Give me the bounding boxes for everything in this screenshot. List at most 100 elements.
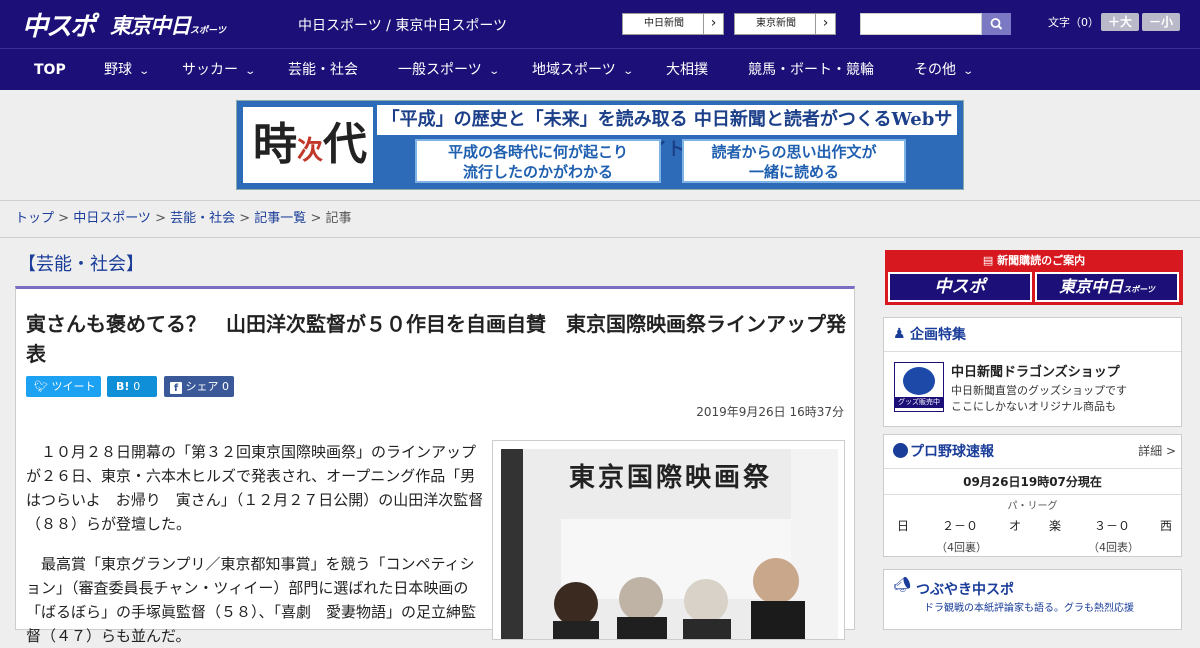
mascot-icon	[903, 367, 935, 395]
share-count: 0	[222, 380, 229, 393]
article-paragraph: １０月２８日開幕の「第３２回東京国際映画祭」のラインアップが２６日、東京・六本木…	[26, 443, 484, 533]
banner-box-2: 読者からの思い出作文が 一緒に読める	[682, 139, 906, 183]
nav-item-label: 競馬・ボート・競輪	[748, 62, 874, 78]
hatena-bookmark-button[interactable]: B! 0	[107, 376, 157, 397]
banner-kanji-right: 代	[323, 119, 368, 170]
baseball-title: プロ野球速報	[884, 435, 1181, 469]
subscribe-tokyo-small: スポーツ	[1123, 285, 1155, 294]
top-header: 中スポ 東京中日スポーツ 中日スポーツ / 東京中日スポーツ 中日新聞 › 東京…	[0, 0, 1200, 48]
article-photo[interactable]: 東京国際映画祭	[492, 440, 845, 640]
game-home-team: 楽	[1049, 519, 1062, 533]
chevron-right-icon: ›	[703, 14, 723, 34]
nav-item-entertainment[interactable]: 芸能・社会	[288, 49, 358, 91]
shop-badge: グッズ販売中	[895, 397, 943, 408]
font-smaller-button[interactable]: －小	[1142, 13, 1180, 31]
game-score: ２－０	[942, 519, 979, 533]
article-paragraph: 最高賞「東京グランプリ／東京都知事賞」を競う「コンペティション」（審査委員長チャ…	[26, 555, 477, 645]
baseball-more-link[interactable]: 詳細 >	[1138, 442, 1176, 459]
megaphone-icon: 📣︎	[893, 577, 911, 593]
bell-icon: ♟	[893, 326, 906, 342]
game-away-team: 西	[1160, 519, 1173, 533]
search-icon	[990, 18, 1003, 30]
subscription-box[interactable]: ▤ 新聞購読のご案内 中スポ 東京中日スポーツ	[885, 250, 1183, 305]
breadcrumb-current: 記事	[325, 211, 352, 226]
nav-item-top[interactable]: TOP	[34, 49, 66, 91]
feature-item-title[interactable]: 中日新聞ドラゴンズショップ	[951, 361, 1120, 380]
breadcrumb: トップ > 中日スポーツ > 芸能・社会 > 記事一覧 > 記事	[0, 200, 1200, 238]
tweet-button[interactable]: 🐦︎ ツイート	[26, 376, 101, 397]
article-title: 寅さんも褒めてる？ 山田洋次監督が５０作目を自画自賛 東京国際映画祭ラインアップ…	[26, 312, 846, 366]
nav-item-label: 芸能・社会	[288, 62, 358, 78]
chevron-down-icon: ⌄	[962, 66, 975, 77]
nav-item-label: TOP	[34, 62, 66, 78]
baseball-time: 09月26日19時07分現在	[963, 475, 1102, 489]
tweet-box-title: つぶやき中スポ	[916, 582, 1014, 598]
hatena-count: 0	[133, 380, 141, 393]
banner-box-1: 平成の各時代に何が起こり 流行したのかがわかる	[415, 139, 661, 183]
search-input[interactable]	[860, 13, 982, 35]
nav-item-soccer[interactable]: サッカー ⌄	[182, 49, 257, 91]
hatena-icon: B!	[116, 380, 130, 393]
subscription-text: 新聞購読のご案内	[997, 254, 1086, 267]
tokyo-shimbun-label: 東京新聞	[756, 18, 796, 29]
nav-item-label: 一般スポーツ	[398, 62, 482, 78]
tweet-label: ツイート	[51, 380, 96, 393]
nav-item-baseball[interactable]: 野球 ⌄	[104, 49, 150, 91]
baseball-score-box: プロ野球速報 詳細 > 09月26日19時07分現在 パ・リーグ 日 ２－０ オ…	[883, 434, 1182, 557]
photo-image: 東京国際映画祭	[501, 449, 838, 639]
nav-item-general-sports[interactable]: 一般スポーツ ⌄	[398, 49, 500, 91]
breadcrumb-chunichi-sports[interactable]: 中日スポーツ	[73, 211, 151, 226]
chunichi-shimbun-label: 中日新聞	[644, 18, 684, 29]
feature-box: 企画特集 ♟ グッズ販売中 中日新聞ドラゴンズショップ 中日新聞直営のグッズショ…	[883, 317, 1182, 427]
article-header: 寅さんも褒めてる？ 山田洋次監督が５０作目を自画自賛 東京国際映画祭ラインアップ…	[15, 286, 855, 431]
baseball-league: パ・リーグ	[884, 494, 1181, 512]
breadcrumb-entertainment[interactable]: 芸能・社会	[170, 211, 235, 226]
baseball-title-text: プロ野球速報	[910, 444, 994, 460]
banner-logo: 時次代	[243, 107, 373, 183]
nav-item-keiba[interactable]: 競馬・ボート・競輪	[748, 49, 874, 91]
font-larger-button[interactable]: ＋大	[1101, 13, 1139, 31]
breadcrumb-top[interactable]: トップ	[15, 211, 54, 226]
banner-box-2-line1: 読者からの思い出作文が	[711, 143, 877, 161]
feature-title-text: 企画特集	[910, 327, 966, 343]
nav-item-label: 大相撲	[666, 62, 708, 78]
subscription-label: ▤ 新聞購読のご案内	[885, 252, 1183, 268]
game-away-team: オ	[1009, 519, 1022, 533]
banner-headline: 「平成」の歴史と「未来」を読み取る 中日新聞と読者がつくるWebサイト	[377, 105, 957, 160]
twitter-icon: 🐦︎	[34, 380, 48, 393]
chevron-down-icon: ⌄	[244, 66, 257, 77]
game-home-team: 日	[897, 519, 910, 533]
nav-item-sumo[interactable]: 大相撲	[666, 49, 708, 91]
feature-title: 企画特集	[884, 318, 1181, 352]
facebook-icon: f	[170, 382, 182, 394]
game-score: ３－０	[1094, 519, 1131, 533]
breadcrumb-article-list[interactable]: 記事一覧	[254, 211, 306, 226]
nav-item-local-sports[interactable]: 地域スポーツ ⌄	[532, 49, 634, 91]
subscribe-chuspo-button[interactable]: 中スポ	[888, 272, 1032, 302]
article-body: １０月２８日開幕の「第３２回東京国際映画祭」のラインアップが２６日、東京・六本木…	[15, 430, 855, 645]
chevron-down-icon: ⌄	[622, 66, 634, 77]
share-label: シェア	[185, 380, 219, 393]
search-button[interactable]	[982, 13, 1011, 35]
dragons-shop-thumbnail[interactable]: グッズ販売中	[894, 362, 944, 412]
jidai-banner[interactable]: 時次代 「平成」の歴史と「未来」を読み取る 中日新聞と読者がつくるWebサイト …	[236, 100, 964, 190]
baseball-icon	[893, 443, 908, 458]
chunichi-shimbun-button[interactable]: 中日新聞 ›	[622, 13, 724, 35]
nav-item-label: その他	[914, 62, 956, 78]
banner-box-1-line2: 流行したのかがわかる	[462, 163, 613, 181]
tweet-box[interactable]: 📣︎ つぶやき中スポ ドラ観戦の本紙評論家も語る。グラも熱烈応援	[883, 569, 1182, 630]
article-date: 2019年9月26日 16時37分	[696, 405, 844, 419]
banner-kanji-left: 時	[253, 119, 297, 170]
banner-box-2-line2: 一緒に読める	[748, 163, 839, 181]
banner-box-1-line1: 平成の各時代に何が起こり	[447, 143, 628, 161]
tokyo-logo-sub: スポーツ	[190, 26, 226, 36]
subscribe-tokyo-button[interactable]: 東京中日スポーツ	[1035, 272, 1179, 302]
tokyo-chunichi-logo[interactable]: 東京中日スポーツ	[110, 10, 226, 40]
game-inning: （4回裏）	[936, 541, 987, 554]
tokyo-shimbun-button[interactable]: 東京新聞 ›	[734, 13, 836, 35]
game-inning: （4回表）	[1088, 541, 1139, 554]
facebook-share-button[interactable]: f シェア 0	[164, 376, 234, 397]
nav-item-other[interactable]: その他 ⌄	[914, 49, 975, 91]
chuspo-logo[interactable]: 中スポ	[22, 6, 96, 43]
category-heading: 【芸能・社会】	[18, 254, 144, 275]
